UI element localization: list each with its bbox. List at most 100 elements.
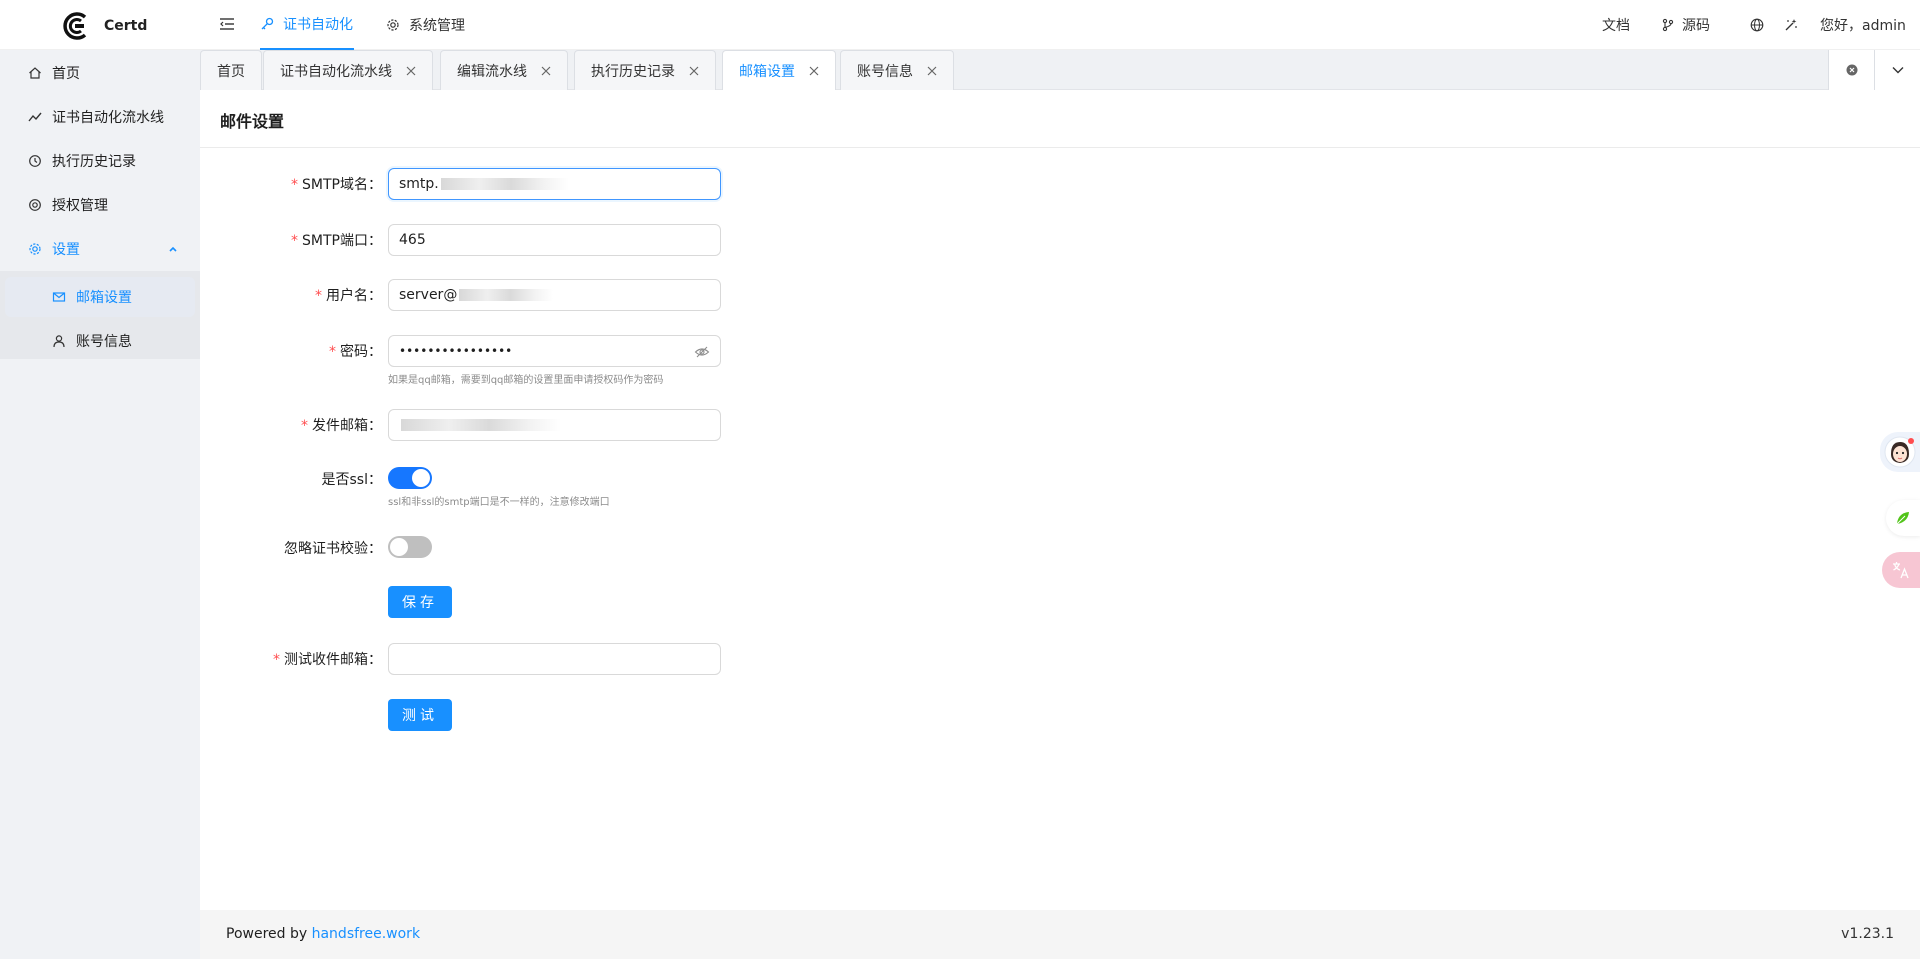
sidebar-item-label: 设置 (52, 242, 80, 258)
ignore-cert-label: 忽略证书校验： (200, 538, 382, 558)
sidebar-item-label: 证书自动化流水线 (52, 110, 164, 126)
eye-invisible-icon[interactable] (694, 344, 710, 360)
leaf-tool-button[interactable] (1886, 500, 1920, 536)
test-email-input[interactable] (388, 643, 721, 675)
app-logo[interactable]: Certd (62, 11, 147, 41)
required-mark: * (329, 344, 336, 360)
username-label: * 用户名： (200, 285, 382, 305)
sidebar-item-account-info[interactable]: 账号信息 (0, 319, 200, 363)
input-value: 465 (399, 232, 426, 248)
sidebar-item-home[interactable]: 首页 (0, 51, 200, 95)
tab-account-info[interactable]: 账号信息 (840, 50, 954, 90)
user-menu[interactable]: 您好，admin (1820, 0, 1906, 50)
sidebar: 首页 证书自动化流水线 执行历史记录 授权管理 设置 邮箱设置 账号信息 (0, 50, 200, 959)
redacted-text (440, 178, 569, 190)
tab-label: 邮箱设置 (739, 64, 795, 80)
language-button[interactable] (1750, 0, 1764, 50)
translate-tool-button[interactable] (1882, 552, 1920, 588)
smtp-port-input[interactable]: 465 (388, 224, 721, 256)
tab-label: 编辑流水线 (457, 63, 527, 80)
label-text: SMTP域名： (302, 177, 382, 193)
footer: Powered by handsfree.work v1.23.1 (200, 910, 1920, 959)
sender-input[interactable] (388, 409, 721, 441)
close-icon[interactable] (689, 66, 699, 76)
username-input[interactable]: server@ (388, 279, 721, 311)
user-icon (53, 335, 65, 348)
close-circle-icon (1846, 64, 1857, 76)
mail-icon (52, 292, 66, 302)
close-icon[interactable] (406, 66, 416, 76)
close-icon[interactable] (927, 66, 937, 76)
tab-home[interactable]: 首页 (200, 50, 262, 90)
tab-history[interactable]: 执行历史记录 (574, 50, 716, 90)
label-text: 密码： (340, 344, 382, 360)
required-mark: * (301, 418, 308, 434)
line-chart-icon (28, 112, 42, 122)
source-label: 源码 (1682, 18, 1710, 34)
menu-fold-icon[interactable] (218, 15, 236, 33)
docs-link[interactable]: 文档 (1602, 0, 1630, 50)
ssl-help: ssl和非ssl的smtp端口是不一样的，注意修改端口 (388, 497, 610, 508)
sidebar-item-pipelines[interactable]: 证书自动化流水线 (0, 95, 200, 139)
tab-pipelines[interactable]: 证书自动化流水线 (263, 50, 433, 90)
close-icon[interactable] (541, 66, 551, 76)
tab-label: 首页 (217, 63, 245, 80)
smtp-host-input[interactable]: smtp. (388, 168, 721, 200)
password-label: * 密码： (200, 341, 382, 361)
docs-label: 文档 (1602, 18, 1630, 34)
sidebar-item-label: 邮箱设置 (76, 290, 132, 306)
ssl-label: 是否ssl： (200, 469, 382, 489)
app-name: Certd (104, 18, 148, 34)
label-text: 发件邮箱： (312, 418, 382, 434)
globe-icon (1750, 18, 1764, 32)
page-title: 邮件设置 (220, 112, 285, 131)
sidebar-item-label: 账号信息 (76, 334, 132, 350)
gear-icon (387, 19, 399, 31)
powered-by: Powered by handsfree.work (226, 926, 420, 942)
version-label: v1.23.1 (1841, 926, 1894, 942)
topnav-cert-automation[interactable]: 证书自动化 (260, 0, 354, 50)
git-branch-icon (1662, 18, 1674, 32)
theme-button[interactable] (1784, 0, 1798, 50)
powered-by-link[interactable]: handsfree.work (312, 926, 420, 942)
label-text: SMTP端口： (302, 233, 382, 249)
source-link[interactable]: 源码 (1662, 0, 1710, 50)
powered-by-text: Powered by (226, 926, 308, 942)
tab-email-settings[interactable]: 邮箱设置 (722, 50, 836, 91)
ssl-switch[interactable] (388, 467, 432, 489)
label-text: 是否ssl： (321, 472, 382, 488)
main-content: 邮件设置 * SMTP域名： smtp. * SMTP端口： 465 * 用户名： s… (200, 90, 1920, 910)
save-button[interactable]: 保存 (388, 586, 452, 618)
avatar-icon (1884, 436, 1916, 468)
input-value: server@ (399, 287, 458, 303)
label-text: 忽略证书校验： (284, 541, 382, 557)
assistant-avatar-button[interactable] (1880, 432, 1920, 472)
tab-tools (1828, 50, 1920, 90)
test-button[interactable]: 测试 (388, 699, 452, 731)
tab-edit-pipeline[interactable]: 编辑流水线 (440, 50, 568, 90)
redacted-text (401, 419, 561, 431)
close-all-tabs-button[interactable] (1828, 50, 1874, 90)
sender-label: * 发件邮箱： (200, 415, 382, 435)
chevron-down-icon (1892, 67, 1903, 74)
user-greeting: 您好，admin (1820, 18, 1906, 34)
target-icon (29, 199, 41, 211)
tab-dropdown-button[interactable] (1874, 50, 1920, 90)
sidebar-item-access[interactable]: 授权管理 (0, 183, 200, 227)
sidebar-item-history[interactable]: 执行历史记录 (0, 139, 200, 183)
divider (200, 147, 1920, 148)
switch-knob (412, 469, 430, 487)
input-value: smtp. (399, 176, 439, 192)
history-icon (29, 155, 41, 167)
smtp-host-label: * SMTP域名： (200, 174, 382, 194)
ignore-cert-switch[interactable] (388, 536, 432, 558)
sidebar-item-settings[interactable]: 设置 (0, 227, 200, 271)
tab-label: 账号信息 (857, 63, 913, 80)
sidebar-item-email-settings[interactable]: 邮箱设置 (5, 277, 195, 317)
required-mark: * (315, 288, 322, 304)
close-icon[interactable] (809, 66, 819, 76)
topnav-system-admin[interactable]: 系统管理 (386, 0, 465, 50)
switch-knob (390, 538, 408, 556)
translate-icon (1893, 562, 1909, 579)
password-input[interactable]: •••••••••••••••• (388, 335, 721, 367)
